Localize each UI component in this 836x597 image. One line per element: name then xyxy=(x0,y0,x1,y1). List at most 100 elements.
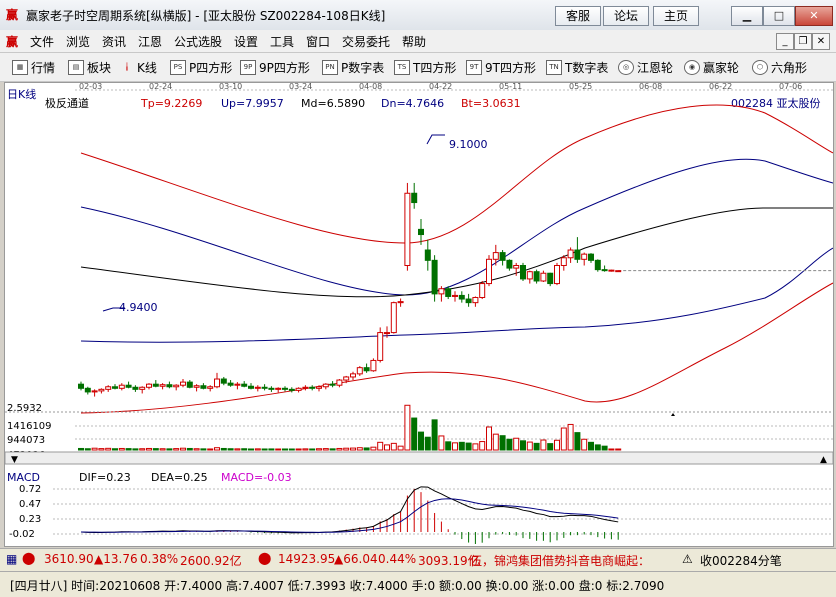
homepage-button[interactable]: 主页 xyxy=(653,6,699,26)
date-label: 06-08 xyxy=(639,83,662,91)
candle-body xyxy=(574,249,581,260)
candle-body xyxy=(261,386,268,389)
window-title: 赢家老子时空周期系统[纵横版] - [亚太股份 SZ002284-108日K线] xyxy=(26,9,386,23)
blocks-icon: ▤ xyxy=(68,60,84,75)
mdi-close-button[interactable]: ✕ xyxy=(812,33,830,50)
menu-settings[interactable]: 设置 xyxy=(234,33,258,50)
menu-window[interactable]: 窗口 xyxy=(306,33,330,50)
date-label: 05-11 xyxy=(499,83,522,91)
tool-t-square[interactable]: TS T四方形 xyxy=(394,59,456,76)
volume-bar xyxy=(540,439,547,451)
candle-body xyxy=(220,378,227,384)
volume-bar xyxy=(424,436,431,451)
horizontal-scrollbar[interactable] xyxy=(4,451,834,465)
candle-body xyxy=(615,270,622,273)
tool-gann-wheel[interactable]: ◎ 江恩轮 xyxy=(618,59,673,76)
tool-quotes[interactable]: ▦ 行情 xyxy=(12,59,55,76)
menu-file[interactable]: 文件 xyxy=(30,33,54,50)
macd-title: MACD xyxy=(7,471,40,484)
candle-body xyxy=(465,298,472,304)
candle-body xyxy=(118,384,125,389)
candle-body xyxy=(166,384,173,388)
volume-bar xyxy=(268,448,275,451)
tool-hexagon[interactable]: ⬡ 六角形 xyxy=(752,59,807,76)
macd-axis-3: 0.23 xyxy=(19,514,41,525)
candle-body xyxy=(146,383,152,388)
menu-gann[interactable]: 江恩 xyxy=(138,33,162,50)
tool-9t-square[interactable]: 9T 9T四方形 xyxy=(466,59,536,76)
kline-chart[interactable]: 02-03 02-24 03-10 03-24 04-08 04-22 05-11 05-25… xyxy=(4,82,834,546)
volume-bar xyxy=(411,417,418,451)
volume-bar xyxy=(465,442,472,451)
volume-bar xyxy=(288,448,295,451)
sz-index-value: 14923.95 xyxy=(278,552,336,566)
menu-info[interactable]: 资讯 xyxy=(102,33,126,50)
mdi-restore-button[interactable]: ❐ xyxy=(794,33,812,50)
menu-formula-select[interactable]: 公式选股 xyxy=(174,33,222,50)
candle-body xyxy=(159,384,166,387)
menu-trade[interactable]: 交易委托 xyxy=(342,33,390,50)
tool-t-number-table[interactable]: TN T数字表 xyxy=(546,59,608,76)
grid-icon: ▦ xyxy=(12,60,28,75)
indicator-bt: Bt=3.0631 xyxy=(461,97,521,110)
sz-index-pct: 0.44% xyxy=(378,552,417,566)
tool-p-square[interactable]: PS P四方形 xyxy=(170,59,232,76)
service-button[interactable]: 客服 xyxy=(555,6,601,26)
volume-bar xyxy=(615,448,622,451)
gann-wheel-icon: ◎ xyxy=(618,60,634,75)
volume-bar xyxy=(601,445,608,451)
menu-grid-icon[interactable]: ▦ xyxy=(6,552,17,566)
volume-bar xyxy=(560,427,567,451)
candle-body xyxy=(316,386,322,389)
scroll-down-icon[interactable]: ▼ xyxy=(11,455,18,465)
candle-body xyxy=(350,373,356,378)
candle-body xyxy=(186,381,193,388)
volume-bar xyxy=(343,447,350,451)
volume-bar xyxy=(445,441,452,451)
news-ticker[interactable]: 伍，锦鸿集团借势抖音电商崛起： xyxy=(470,552,672,569)
9p-icon: 9P xyxy=(240,60,256,75)
menu-help[interactable]: 帮助 xyxy=(402,33,426,50)
volume-axis-1: 1416109 xyxy=(7,421,52,432)
candle-body xyxy=(431,259,438,295)
candle-body xyxy=(458,294,465,300)
candle-body xyxy=(254,386,261,389)
menu-tools[interactable]: 工具 xyxy=(270,33,294,50)
candle-body xyxy=(560,257,567,266)
volume-bar xyxy=(146,447,152,451)
minimize-button[interactable]: ▁ xyxy=(731,6,763,26)
kline-chart-panel[interactable]: 02-03 02-24 03-10 03-24 04-08 04-22 05-11 05-25… xyxy=(4,82,834,547)
pn-icon: PN xyxy=(322,60,338,75)
close-button[interactable]: ✕ xyxy=(795,6,833,26)
candle-body xyxy=(268,387,275,390)
tool-kline[interactable]: ╽ K线 xyxy=(120,59,157,76)
volume-bar xyxy=(180,447,186,451)
tool-winner-wheel[interactable]: ◉ 赢家轮 xyxy=(684,59,739,76)
volume-bar xyxy=(125,448,132,451)
stock-note[interactable]: 收002284分笔 xyxy=(700,552,782,569)
mdi-minimize-button[interactable]: _ xyxy=(776,33,794,50)
volume-bar xyxy=(105,447,112,451)
tool-9p-square[interactable]: 9P 9P四方形 xyxy=(240,59,310,76)
volume-bar xyxy=(377,441,384,451)
ps-icon: PS xyxy=(170,60,186,75)
candle-body xyxy=(105,386,112,390)
low-annotation: 4.9400 xyxy=(119,301,158,314)
volume-bar xyxy=(139,448,146,451)
volume-axis-2: 944073 xyxy=(7,435,45,446)
ts-icon: TS xyxy=(394,60,410,75)
price-axis-label: 2.5932 xyxy=(7,403,42,414)
date-label: 02-03 xyxy=(79,83,102,91)
scroll-up-icon[interactable]: ▲ xyxy=(820,455,827,465)
tool-p-number-table[interactable]: PN P数字表 xyxy=(322,59,384,76)
volume-bar xyxy=(533,442,540,451)
index-status-bar: ▦ ⬤ 3610.90 ▲13.76 0.38% 2600.92亿 ⬤ 1492… xyxy=(0,548,836,571)
candle-body xyxy=(594,259,601,271)
tool-sectors[interactable]: ▤ 板块 xyxy=(68,59,111,76)
maximize-icon: □ xyxy=(773,9,785,22)
candle-body xyxy=(411,192,418,204)
menu-bar: 赢 文件 浏览 资讯 江恩 公式选股 设置 工具 窗口 交易委托 帮助 xyxy=(0,30,836,53)
forum-button[interactable]: 论坛 xyxy=(603,6,649,26)
maximize-button[interactable]: □ xyxy=(763,6,795,26)
menu-browse[interactable]: 浏览 xyxy=(66,33,90,50)
